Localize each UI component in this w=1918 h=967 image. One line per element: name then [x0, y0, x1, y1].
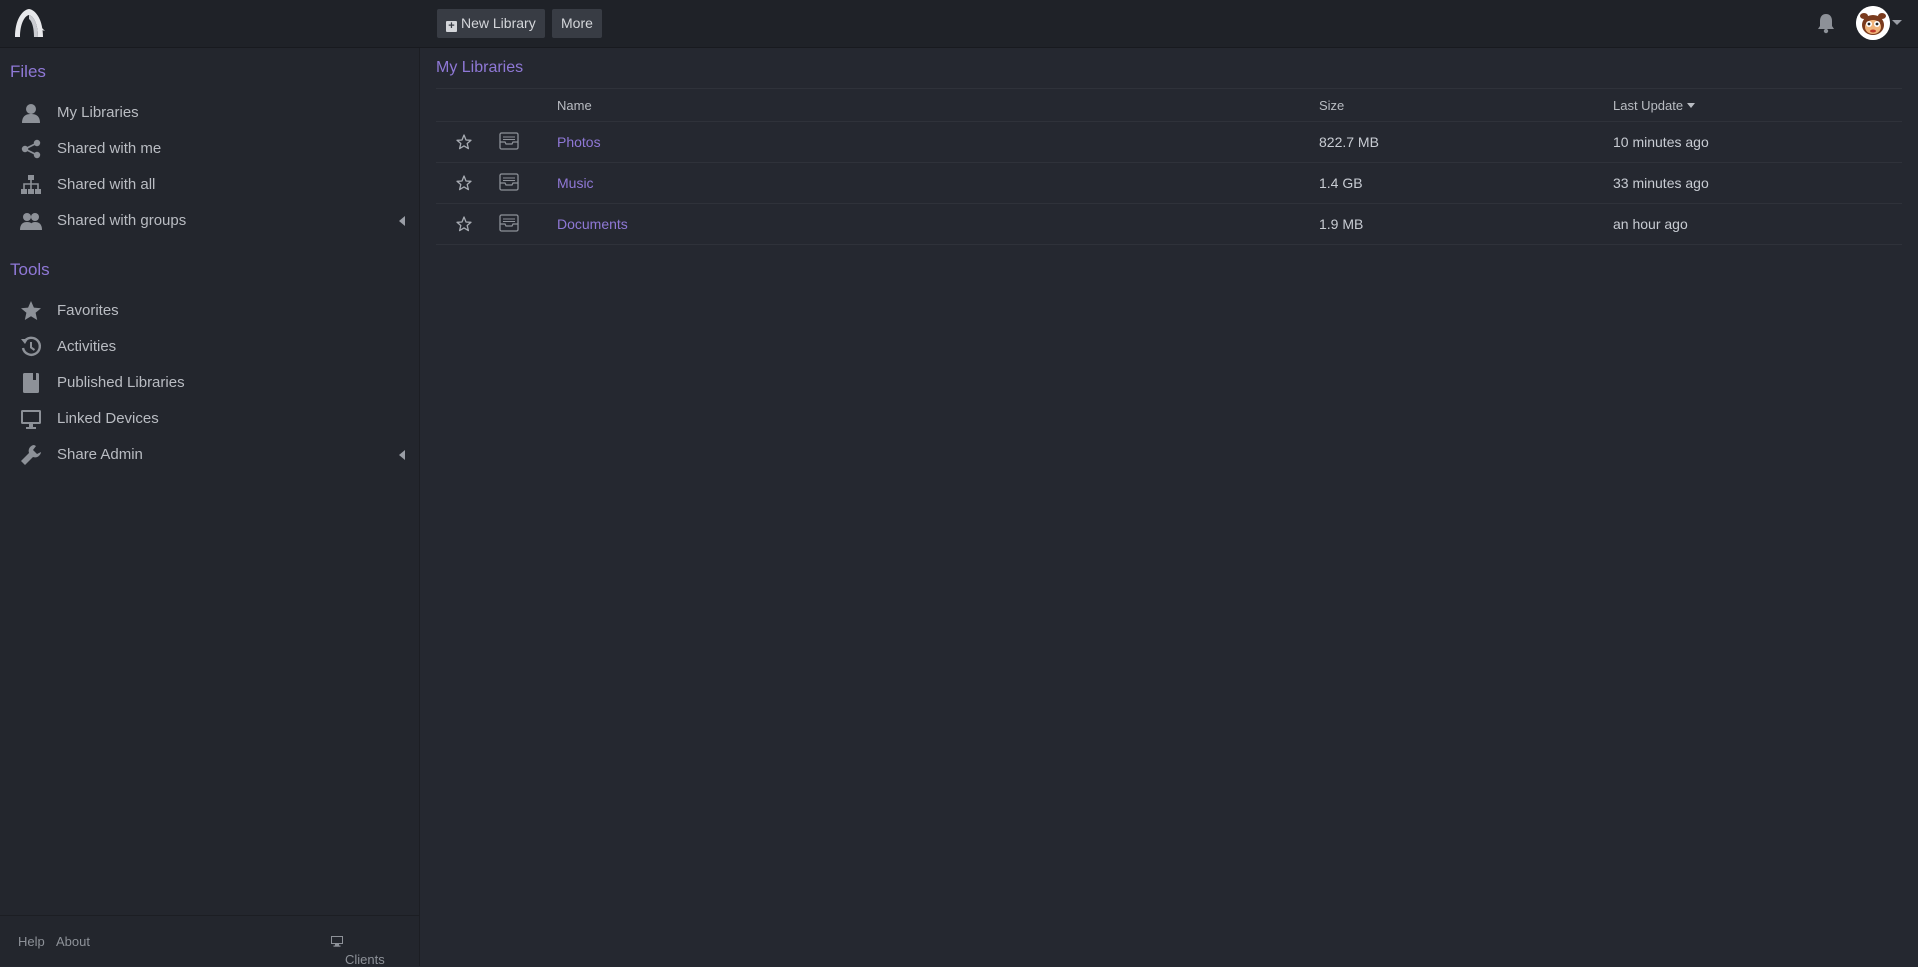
- library-icon: [499, 214, 519, 232]
- main-content: My Libraries Name Size Last Update Photo…: [420, 48, 1918, 966]
- share-icon: [21, 139, 41, 159]
- plus-icon: +: [446, 21, 457, 32]
- avatar[interactable]: [1856, 6, 1890, 40]
- star-icon: [21, 301, 41, 320]
- star-outline-icon[interactable]: [456, 175, 472, 191]
- libraries-table: Name Size Last Update Photos 822.7 MB 10…: [436, 88, 1902, 245]
- column-header-name[interactable]: Name: [557, 98, 592, 113]
- table-row[interactable]: Music 1.4 GB 33 minutes ago: [436, 163, 1902, 204]
- library-size: 1.9 MB: [1319, 216, 1364, 232]
- sidebar-item-activities[interactable]: Activities: [20, 330, 405, 364]
- library-icon: [499, 132, 519, 150]
- user-icon: [22, 104, 40, 123]
- bell-icon[interactable]: [1816, 12, 1836, 34]
- sidebar-item-favorites[interactable]: Favorites: [20, 294, 405, 328]
- expand-arrow-icon[interactable]: [399, 450, 405, 460]
- expand-arrow-icon[interactable]: [399, 216, 405, 226]
- files-section-title: Files: [10, 62, 46, 81]
- table-row[interactable]: Documents 1.9 MB an hour ago: [436, 204, 1902, 245]
- page-title: My Libraries: [436, 59, 524, 76]
- library-size: 1.4 GB: [1319, 175, 1363, 191]
- sidebar-item-published-libraries[interactable]: Published Libraries: [20, 366, 405, 400]
- top-bar: + New Library More: [0, 0, 1918, 48]
- library-name-link[interactable]: Music: [557, 175, 594, 191]
- org-chart-icon: [21, 175, 41, 194]
- star-outline-icon[interactable]: [456, 216, 472, 232]
- library-size: 822.7 MB: [1319, 134, 1379, 150]
- table-header: Name Size Last Update: [436, 88, 1902, 122]
- avatar-icon: [1856, 6, 1890, 40]
- column-header-size[interactable]: Size: [1319, 98, 1344, 113]
- book-icon: [23, 373, 39, 393]
- library-last-update: 33 minutes ago: [1613, 175, 1709, 191]
- star-outline-icon[interactable]: [456, 134, 472, 150]
- clients-link[interactable]: Clients: [331, 934, 385, 967]
- library-last-update: an hour ago: [1613, 216, 1688, 232]
- library-name-link[interactable]: Photos: [557, 134, 601, 150]
- more-button[interactable]: More: [552, 9, 602, 38]
- library-last-update: 10 minutes ago: [1613, 134, 1709, 150]
- group-icon: [20, 213, 42, 230]
- sidebar-footer: Help About Clients: [0, 915, 419, 967]
- sort-caret-icon: [1687, 103, 1696, 108]
- tools-section-title: Tools: [10, 260, 50, 279]
- monitor-icon: [331, 936, 343, 947]
- column-header-last-update[interactable]: Last Update: [1613, 98, 1696, 113]
- monitor-icon: [21, 410, 41, 429]
- help-link[interactable]: Help: [18, 934, 45, 949]
- sidebar-item-my-libraries[interactable]: My Libraries: [20, 96, 405, 130]
- about-link[interactable]: About: [56, 934, 90, 949]
- history-icon: [21, 336, 41, 356]
- wrench-icon: [21, 445, 41, 465]
- new-library-button[interactable]: + New Library: [437, 9, 545, 38]
- sidebar-item-shared-with-all[interactable]: Shared with all: [20, 168, 405, 202]
- sidebar-item-share-admin[interactable]: Share Admin: [20, 438, 405, 472]
- sidebar-item-linked-devices[interactable]: Linked Devices: [20, 402, 405, 436]
- library-name-link[interactable]: Documents: [557, 216, 628, 232]
- sidebar-item-shared-with-groups[interactable]: Shared with groups: [20, 204, 405, 238]
- sidebar-item-shared-with-me[interactable]: Shared with me: [20, 132, 405, 166]
- logo-icon[interactable]: [12, 6, 46, 40]
- sidebar: Files My Libraries Shared with me Shared…: [0, 48, 420, 967]
- chevron-down-icon[interactable]: [1892, 20, 1902, 25]
- table-row[interactable]: Photos 822.7 MB 10 minutes ago: [436, 122, 1902, 163]
- library-icon: [499, 173, 519, 191]
